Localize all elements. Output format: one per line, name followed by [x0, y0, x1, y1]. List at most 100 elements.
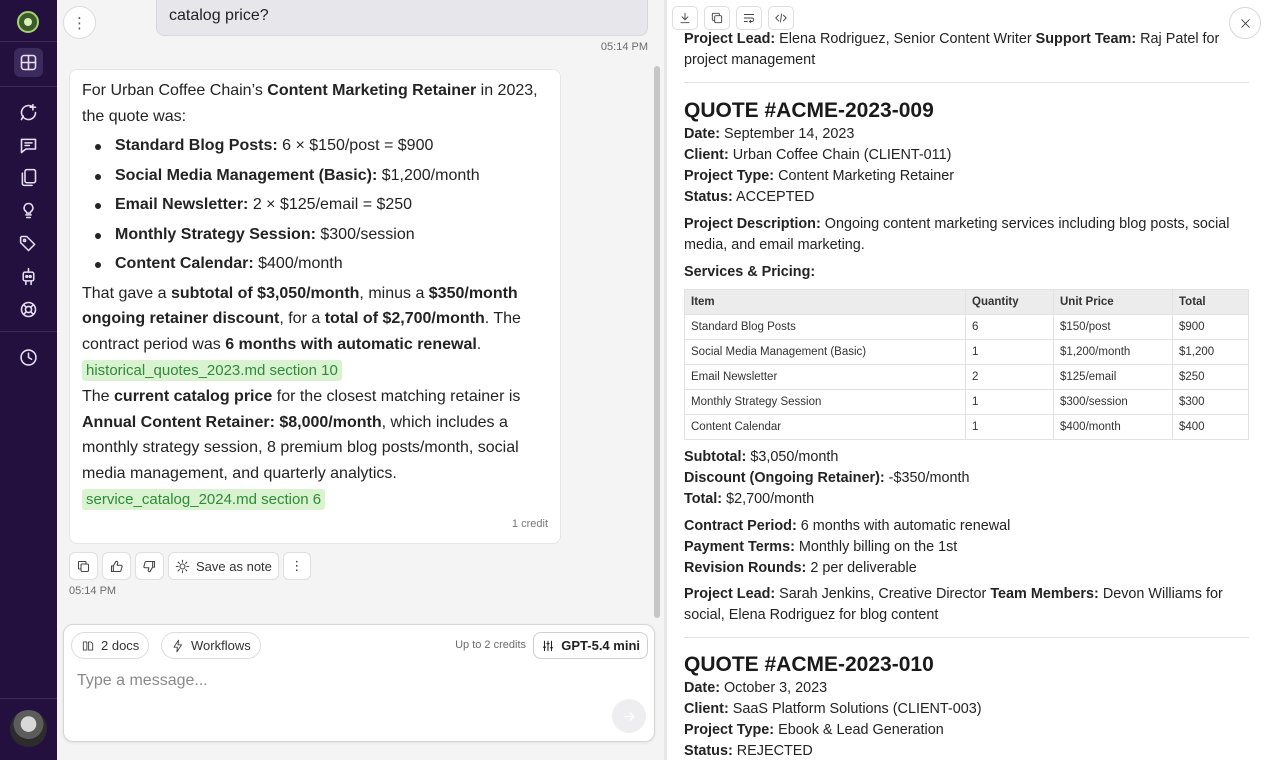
- save-as-note-label: Save as note: [196, 558, 272, 574]
- rail-divider: [0, 86, 57, 87]
- robot-icon[interactable]: [14, 262, 43, 291]
- table-row: Email Newsletter 2 $125/email $250: [684, 364, 1249, 390]
- lightning-icon: [173, 639, 182, 652]
- documents-icon[interactable]: [14, 163, 43, 192]
- send-arrow-icon: [624, 711, 634, 721]
- list-item: Monthly Strategy Session: $300/session: [82, 220, 548, 250]
- user-message-bubble: catalog price?: [156, 0, 648, 36]
- credits-hint: Up to 2 credits: [455, 639, 526, 651]
- more-vertical-icon: ⋮: [72, 14, 87, 32]
- total-line: Total: $2,700/month: [684, 491, 815, 507]
- assistant-summary: That gave a subtotal of $3,050/month, mi…: [82, 284, 521, 353]
- send-button[interactable]: [612, 699, 646, 733]
- column-header: Quantity: [965, 289, 1054, 315]
- credit-usage: 1 credit: [511, 517, 548, 530]
- more-vertical-icon: ⋮: [290, 558, 304, 573]
- document-content: Project Lead: Elena Rodriguez, Senior Co…: [684, 0, 1249, 760]
- section-divider: [684, 637, 1249, 638]
- assistant-intro: For Urban Coffee Chain’s Content Marketi…: [82, 82, 538, 125]
- rail-divider: [0, 331, 57, 332]
- table-row: Standard Blog Posts 6 $150/post $900: [684, 314, 1249, 340]
- message-actions: Save as note ⋮: [69, 552, 311, 580]
- app-logo[interactable]: [17, 11, 39, 33]
- attached-docs-button[interactable]: 2 docs: [71, 632, 150, 659]
- assistant-message: For Urban Coffee Chain’s Content Marketi…: [69, 69, 561, 544]
- workflows-button[interactable]: Workflows: [161, 632, 261, 659]
- help-lifebuoy-icon[interactable]: [14, 295, 43, 324]
- sliders-icon: [543, 640, 554, 651]
- message-composer: 2 docs Workflows Up to 2 credits GPT-5.4…: [63, 624, 655, 742]
- rail-divider: [0, 41, 57, 42]
- previous-quote-lead: Project Lead: Elena Rodriguez, Senior Co…: [684, 31, 1220, 68]
- list-item: Standard Blog Posts: 6 × $150/post = $90…: [82, 131, 548, 161]
- assistant-catalog-note: The current catalog price for the closes…: [82, 388, 521, 482]
- services-pricing-table: Item Quantity Unit Price Total Standard …: [684, 289, 1249, 440]
- wrap-text-icon: [743, 14, 755, 24]
- thumbs-down-icon: [143, 560, 156, 572]
- app-window: ⋮ catalog price? 05:14 PM For Urban Coff…: [0, 0, 1270, 760]
- quote-field: Client: SaaS Platform Solutions (CLIENT-…: [684, 701, 982, 717]
- tags-icon[interactable]: [14, 229, 43, 258]
- document-toolbar: [672, 6, 794, 30]
- project-description: Project Description: Ongoing content mar…: [684, 216, 1230, 253]
- rail-divider: [0, 698, 57, 699]
- project-team: Project Lead: Sarah Jenkins, Creative Di…: [684, 586, 1223, 623]
- table-header-row: Item Quantity Unit Price Total: [684, 289, 1249, 315]
- more-actions-button[interactable]: ⋮: [282, 552, 311, 580]
- wrap-text-button[interactable]: [736, 6, 762, 30]
- payment-terms: Payment Terms: Monthly billing on the 1s…: [684, 539, 958, 555]
- copy-button[interactable]: [69, 552, 98, 580]
- lightbulb-icon[interactable]: [14, 196, 43, 225]
- quote-field: Date: September 14, 2023: [684, 126, 855, 142]
- workflows-label: Workflows: [191, 638, 251, 653]
- revision-rounds: Revision Rounds: 2 per deliverable: [684, 560, 917, 576]
- save-as-note-button[interactable]: Save as note: [168, 552, 279, 580]
- citation-link[interactable]: historical_quotes_2023.md section 10: [82, 360, 342, 382]
- quote-field: Client: Urban Coffee Chain (CLIENT-011): [684, 147, 952, 163]
- add-message-icon[interactable]: [14, 131, 43, 160]
- thumbs-up-button[interactable]: [102, 552, 131, 580]
- pricing-bullet-list: Standard Blog Posts: 6 × $150/post = $90…: [82, 131, 548, 279]
- quote-field: Status: REJECTED: [684, 743, 813, 759]
- new-chat-icon[interactable]: [14, 98, 43, 127]
- model-selector[interactable]: GPT-5.4 mini: [533, 632, 648, 659]
- documents-icon: [82, 640, 94, 651]
- copy-icon: [711, 12, 723, 24]
- download-icon: [680, 12, 690, 24]
- citation-link[interactable]: service_catalog_2024.md section 6: [82, 489, 326, 511]
- document-panel: Project Lead: Elena Rodriguez, Senior Co…: [667, 0, 1270, 760]
- chat-scrollbar[interactable]: [654, 66, 660, 618]
- quote-field: Status: ACCEPTED: [684, 189, 815, 205]
- list-item: Social Media Management (Basic): $1,200/…: [82, 161, 548, 191]
- dashboard-icon[interactable]: [14, 48, 43, 77]
- column-header: Unit Price: [1053, 289, 1173, 315]
- lightbulb-icon: [175, 559, 190, 573]
- sidebar-rail: [0, 0, 57, 760]
- code-icon: [775, 13, 787, 23]
- history-clock-icon[interactable]: [14, 343, 43, 372]
- copy-icon: [77, 560, 90, 572]
- download-button[interactable]: [672, 6, 698, 30]
- chat-options-button[interactable]: ⋮: [63, 6, 96, 39]
- assistant-message-time: 05:14 PM: [69, 585, 117, 597]
- quote-field: Date: October 3, 2023: [684, 680, 828, 696]
- column-header: Item: [684, 289, 966, 315]
- table-row: Monthly Strategy Session 1 $300/session $30…: [684, 389, 1249, 415]
- section-divider: [684, 82, 1249, 83]
- list-item: Content Calendar: $400/month: [82, 249, 548, 279]
- thumbs-up-icon: [110, 560, 123, 572]
- close-panel-button[interactable]: [1229, 7, 1261, 39]
- contract-period: Contract Period: 6 months with automatic…: [684, 518, 1011, 534]
- view-source-button[interactable]: [768, 6, 794, 30]
- model-name: GPT-5.4 mini: [561, 638, 640, 653]
- user-avatar[interactable]: [10, 710, 47, 747]
- column-header: Total: [1172, 289, 1249, 315]
- thumbs-down-button[interactable]: [135, 552, 164, 580]
- message-input[interactable]: [77, 669, 597, 693]
- docs-count-label: 2 docs: [101, 638, 140, 653]
- table-row: Content Calendar 1 $400/month $400: [684, 414, 1249, 440]
- chat-panel: ⋮ catalog price? 05:14 PM For Urban Coff…: [57, 0, 664, 760]
- close-icon: [1240, 18, 1250, 28]
- services-heading: Services & Pricing:: [684, 264, 816, 280]
- copy-document-button[interactable]: [704, 6, 730, 30]
